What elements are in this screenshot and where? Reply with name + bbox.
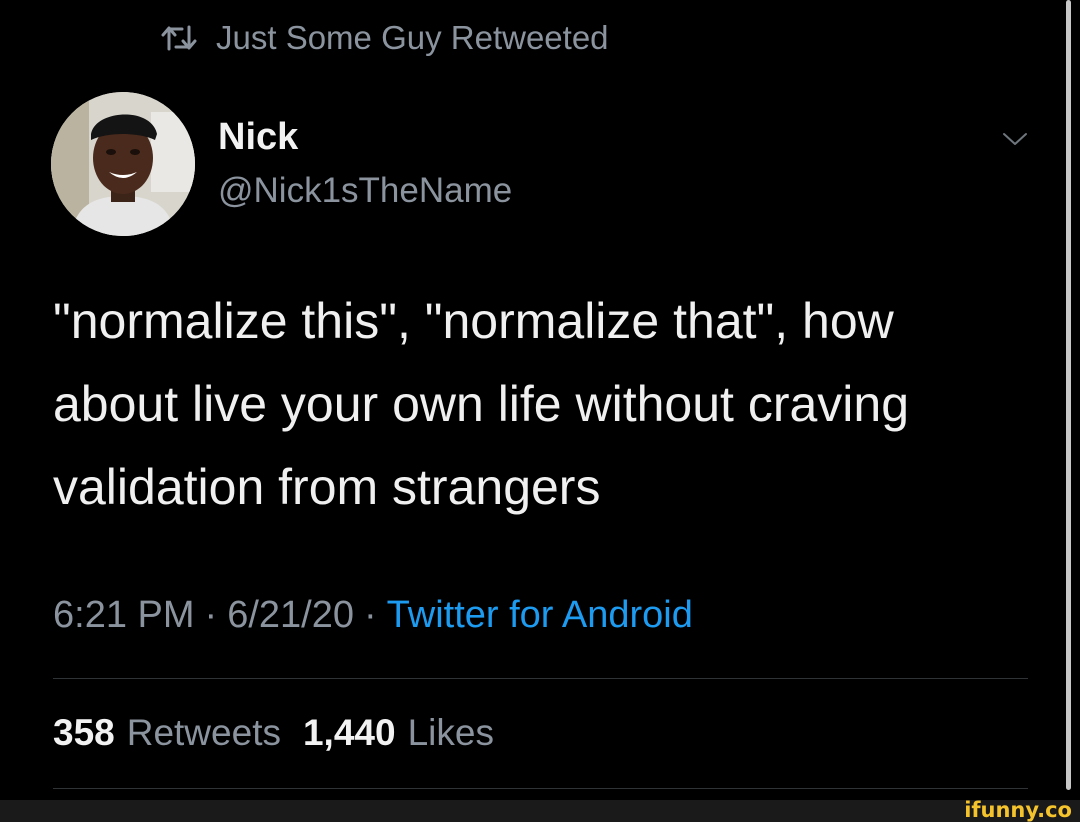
author-block[interactable]: Nick @Nick1sTheName bbox=[218, 112, 512, 217]
divider bbox=[53, 788, 1028, 789]
tweet-date: 6/21/20 bbox=[227, 594, 354, 636]
retweets-label: Retweets bbox=[126, 712, 281, 753]
retweets-stat[interactable]: 358 Retweets bbox=[53, 712, 281, 754]
tweet-meta: 6:21 PM · 6/21/20 · Twitter for Android bbox=[53, 594, 693, 637]
meta-separator: · bbox=[363, 594, 377, 636]
avatar[interactable] bbox=[51, 92, 195, 236]
watermark-logo: ifunny.co bbox=[964, 798, 1072, 822]
retweet-context[interactable]: Just Some Guy Retweeted bbox=[160, 18, 609, 58]
retweets-count: 358 bbox=[53, 712, 115, 753]
tweet-text-line: "normalize this", "normalize that", how bbox=[53, 293, 894, 349]
meta-separator: · bbox=[204, 594, 218, 636]
tweet-text-line: validation from strangers bbox=[53, 459, 601, 515]
chevron-down-icon[interactable] bbox=[1000, 124, 1030, 154]
tweet-stats: 358 Retweets 1,440 Likes bbox=[53, 712, 494, 754]
user-handle[interactable]: @Nick1sTheName bbox=[218, 165, 512, 217]
retweet-context-text: Just Some Guy Retweeted bbox=[216, 19, 609, 56]
watermark-bar bbox=[0, 800, 1080, 822]
display-name[interactable]: Nick bbox=[218, 112, 512, 162]
scrollbar[interactable] bbox=[1066, 0, 1071, 790]
divider bbox=[53, 678, 1028, 679]
tweet-time: 6:21 PM bbox=[53, 594, 195, 636]
retweet-icon bbox=[160, 23, 198, 53]
tweet-detail-screen: Just Some Guy Retweeted Nick @Nick1sTheN… bbox=[0, 0, 1080, 800]
tweet-text-line: about live your own life without craving bbox=[53, 376, 910, 432]
tweet-source-link[interactable]: Twitter for Android bbox=[387, 594, 693, 637]
likes-stat[interactable]: 1,440 Likes bbox=[303, 712, 494, 754]
likes-label: Likes bbox=[407, 712, 494, 753]
likes-count: 1,440 bbox=[302, 712, 396, 753]
tweet-text: "normalize this", "normalize that", how … bbox=[53, 280, 1053, 529]
